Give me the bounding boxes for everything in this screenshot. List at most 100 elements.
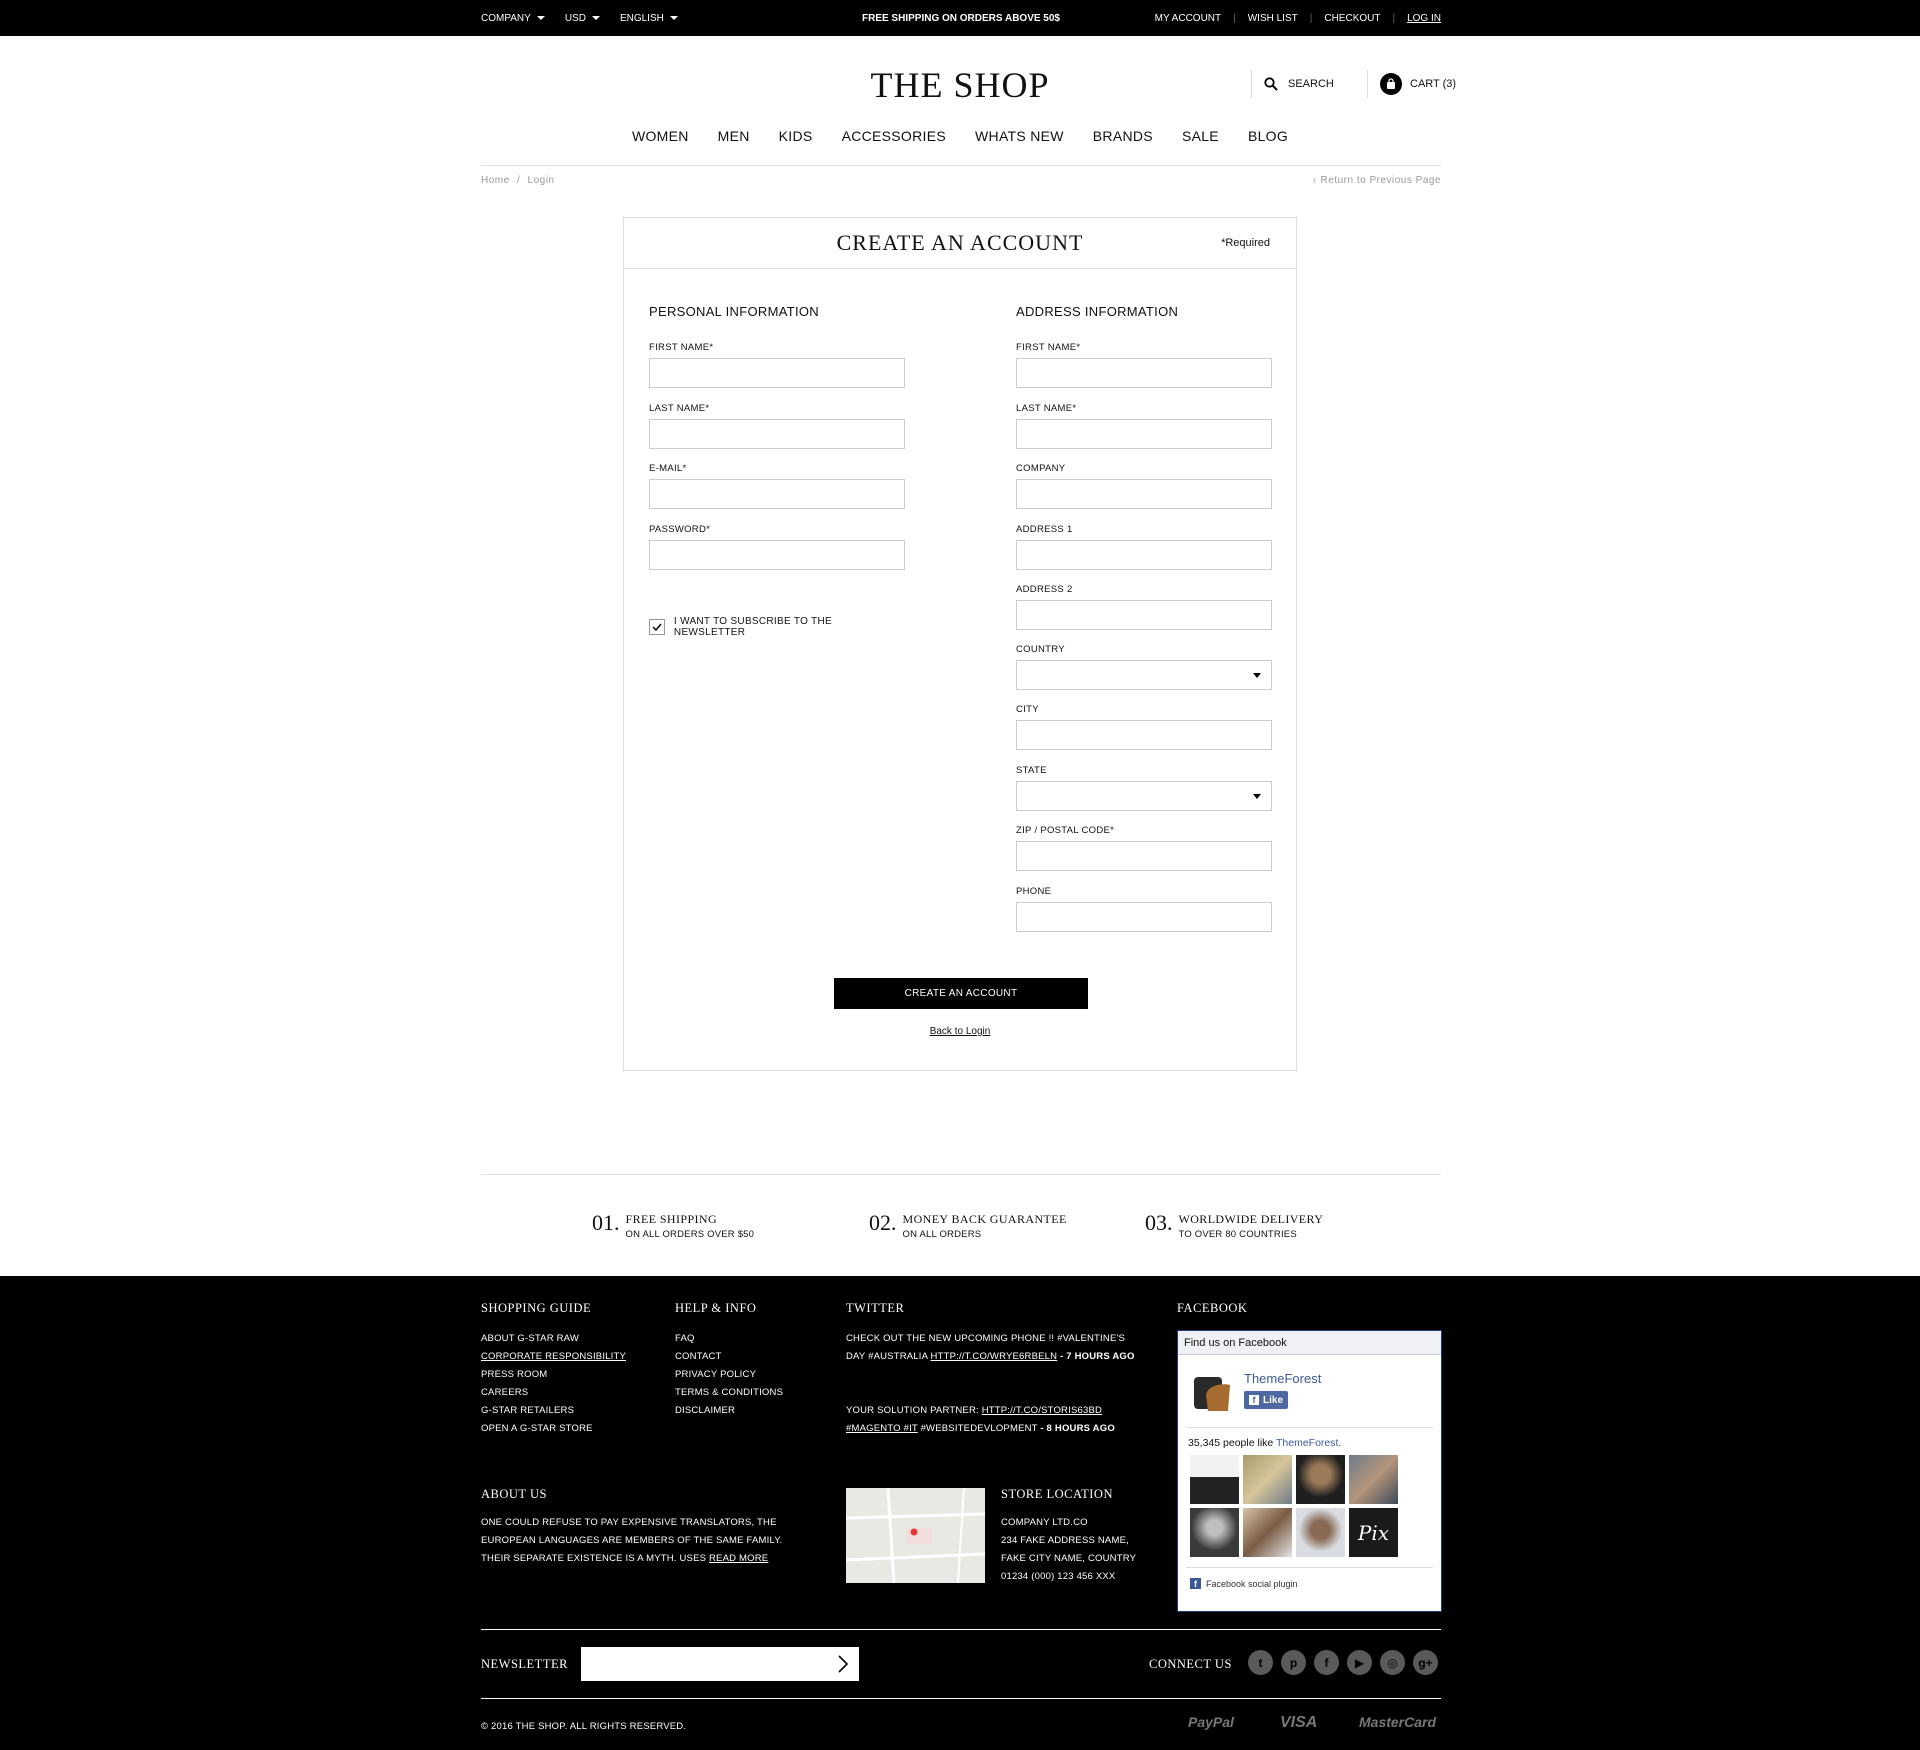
address1-input[interactable] — [1016, 540, 1272, 570]
email-field: E-MAIL* — [649, 463, 905, 509]
facebook-plugin-note[interactable]: f Facebook social plugin — [1190, 1578, 1298, 1589]
required-note: *Required — [1221, 237, 1270, 249]
country-select[interactable] — [1016, 660, 1272, 690]
footer-link-open-store[interactable]: OPEN A G-STAR STORE — [481, 1420, 626, 1438]
search-button[interactable]: SEARCH — [1251, 70, 1334, 98]
like-count-text: 35,345 people like — [1188, 1437, 1274, 1449]
divider: | — [1309, 13, 1313, 24]
return-link[interactable]: ‹ Return to Previous Page — [1313, 175, 1441, 186]
fan-avatar[interactable]: Pix — [1349, 1508, 1398, 1557]
footer-link-corporate[interactable]: CORPORATE RESPONSIBILITY — [481, 1348, 626, 1366]
company-input[interactable] — [1016, 479, 1272, 509]
feature-title: FREE SHIPPING — [625, 1212, 718, 1226]
footer-link-terms[interactable]: TERMS & CONDITIONS — [675, 1384, 783, 1402]
city-input[interactable] — [1016, 720, 1272, 750]
like-count-page[interactable]: ThemeForest. — [1276, 1437, 1341, 1449]
nav-item-men[interactable]: MEN — [718, 128, 750, 144]
fan-avatar[interactable] — [1243, 1508, 1292, 1557]
cart-button[interactable]: CART (3) — [1367, 70, 1456, 98]
personal-first-name-input[interactable] — [649, 358, 905, 388]
instagram-icon[interactable]: ◎ — [1380, 1650, 1405, 1675]
fan-avatar[interactable] — [1349, 1455, 1398, 1504]
zip-input[interactable] — [1016, 841, 1272, 871]
divider — [1186, 1567, 1433, 1568]
address1-field: ADDRESS 1 — [1016, 524, 1272, 570]
field-label: ZIP / POSTAL CODE* — [1016, 825, 1115, 836]
footer-link-contact[interactable]: CONTACT — [675, 1348, 783, 1366]
facebook-widget: Find us on Facebook ThemeForest f Like 3… — [1177, 1330, 1442, 1612]
pinterest-icon[interactable]: p — [1281, 1650, 1306, 1675]
breadcrumb-home[interactable]: Home — [481, 175, 510, 186]
personal-info-section: PERSONAL INFORMATION FIRST NAME* LAST NA… — [649, 304, 905, 638]
login-link[interactable]: LOG IN — [1407, 13, 1441, 24]
footer-link-about[interactable]: ABOUT G-STAR RAW — [481, 1330, 626, 1348]
nav-item-blog[interactable]: BLOG — [1248, 128, 1288, 144]
breadcrumb-separator: / — [516, 175, 521, 186]
newsletter-option: I WANT TO SUBSCRIBE TO THE NEWSLETTER — [649, 616, 905, 638]
password-input[interactable] — [649, 540, 905, 570]
fan-avatar[interactable] — [1190, 1455, 1239, 1504]
fan-avatar[interactable] — [1243, 1455, 1292, 1504]
facebook-icon[interactable]: f — [1314, 1650, 1339, 1675]
nav-item-women[interactable]: WOMEN — [632, 128, 689, 144]
footer-link-faq[interactable]: FAQ — [675, 1330, 783, 1348]
address-first-name-input[interactable] — [1016, 358, 1272, 388]
main-nav: WOMEN MEN KIDS ACCESSORIES WHATS NEW BRA… — [0, 128, 1920, 144]
address2-input[interactable] — [1016, 600, 1272, 630]
back-to-login-link[interactable]: Back to Login — [624, 1026, 1296, 1037]
visa-logo: VISA — [1280, 1714, 1318, 1731]
themeforest-logo[interactable] — [1190, 1371, 1234, 1415]
facebook-like-button[interactable]: f Like — [1244, 1391, 1289, 1409]
wish-list-link[interactable]: WISH LIST — [1248, 13, 1298, 24]
search-icon — [1264, 77, 1278, 91]
help-heading: HELP & INFO — [675, 1301, 757, 1315]
nav-item-brands[interactable]: BRANDS — [1093, 128, 1153, 144]
address2-field: ADDRESS 2 — [1016, 584, 1272, 630]
nav-item-whats-new[interactable]: WHATS NEW — [975, 128, 1064, 144]
about-heading: ABOUT US — [481, 1487, 547, 1501]
facebook-icon: f — [1190, 1578, 1201, 1589]
tweet-link[interactable]: HTTP://T.CO/WRYE6RBELN — [931, 1351, 1058, 1362]
tweet-link[interactable]: HTTP://T.CO/STORIS63BD — [982, 1405, 1102, 1416]
footer-divider — [481, 1629, 1441, 1630]
store-heading: STORE LOCATION — [1001, 1487, 1113, 1501]
fan-avatar[interactable] — [1296, 1508, 1345, 1557]
arrow-right-icon[interactable] — [837, 1655, 849, 1673]
feature-title: MONEY BACK GUARANTEE — [902, 1212, 1067, 1226]
email-input[interactable] — [649, 479, 905, 509]
personal-last-name-input[interactable] — [649, 419, 905, 449]
fan-avatar[interactable] — [1296, 1455, 1345, 1504]
facebook-like-count: 35,345 people like ThemeForest. — [1188, 1437, 1341, 1449]
footer-link-press[interactable]: PRESS ROOM — [481, 1366, 626, 1384]
like-label: Like — [1263, 1394, 1284, 1406]
read-more-link[interactable]: READ MORE — [709, 1553, 768, 1564]
newsletter-input[interactable] — [581, 1647, 859, 1681]
fan-avatar[interactable] — [1190, 1508, 1239, 1557]
google-plus-icon[interactable]: g+ — [1413, 1650, 1438, 1675]
store-map[interactable] — [846, 1488, 985, 1583]
help-list: FAQ CONTACT PRIVACY POLICY TERMS & CONDI… — [675, 1330, 783, 1420]
nav-item-accessories[interactable]: ACCESSORIES — [842, 128, 946, 144]
address-last-name-input[interactable] — [1016, 419, 1272, 449]
site-logo[interactable]: THE SHOP — [0, 64, 1920, 106]
phone-field: PHONE — [1016, 886, 1272, 932]
checkout-link[interactable]: CHECKOUT — [1324, 13, 1380, 24]
field-label: E-MAIL* — [649, 463, 687, 474]
twitter-icon[interactable]: t — [1248, 1650, 1273, 1675]
field-label: COMPANY — [1016, 463, 1066, 474]
footer-link-disclaimer[interactable]: DISCLAIMER — [675, 1402, 783, 1420]
state-select[interactable] — [1016, 781, 1272, 811]
social-links: t p f ▶ ◎ g+ — [1248, 1650, 1438, 1675]
nav-item-kids[interactable]: KIDS — [779, 128, 813, 144]
phone-input[interactable] — [1016, 902, 1272, 932]
newsletter-checkbox[interactable] — [649, 619, 665, 635]
tweet-tags[interactable]: #MAGENTO #IT — [846, 1423, 918, 1434]
footer-link-privacy[interactable]: PRIVACY POLICY — [675, 1366, 783, 1384]
facebook-page-name[interactable]: ThemeForest — [1244, 1371, 1321, 1386]
footer-link-careers[interactable]: CAREERS — [481, 1384, 626, 1402]
nav-item-sale[interactable]: SALE — [1182, 128, 1219, 144]
create-account-button[interactable]: CREATE AN ACCOUNT — [834, 978, 1088, 1009]
footer-link-retailers[interactable]: G-STAR RETAILERS — [481, 1402, 626, 1420]
my-account-link[interactable]: MY ACCOUNT — [1155, 13, 1222, 24]
youtube-icon[interactable]: ▶ — [1347, 1650, 1372, 1675]
